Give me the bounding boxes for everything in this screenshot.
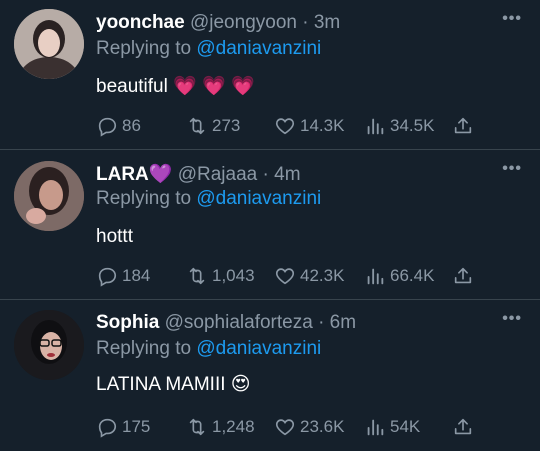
views-count: 66.4K bbox=[390, 266, 435, 285]
reply-button[interactable]: 184 bbox=[96, 265, 150, 287]
avatar[interactable] bbox=[14, 9, 84, 79]
reply-tweet[interactable]: yoonchae @jeongyoon · 3m ••• Replying to… bbox=[0, 0, 540, 150]
like-count: 42.3K bbox=[300, 266, 345, 285]
avatar-photo-icon bbox=[14, 310, 84, 380]
reply-icon bbox=[98, 267, 117, 287]
reply-count: 175 bbox=[122, 417, 151, 436]
views-icon bbox=[367, 268, 384, 285]
replying-to: Replying to @daniavanzini bbox=[96, 188, 321, 210]
retweet-count: 1,043 bbox=[212, 266, 255, 285]
reply-icon bbox=[98, 418, 117, 438]
share-icon bbox=[454, 267, 472, 284]
separator-dot: · bbox=[262, 164, 269, 185]
reply-button[interactable]: 175 bbox=[96, 416, 150, 438]
views-count: 34.5K bbox=[390, 116, 435, 135]
name-badge: 💜 bbox=[148, 164, 173, 185]
views-button[interactable]: 66.4K bbox=[364, 265, 434, 287]
views-button[interactable]: 54K bbox=[364, 416, 420, 438]
views-icon bbox=[367, 118, 384, 135]
views-button[interactable]: 34.5K bbox=[364, 115, 434, 137]
views-count: 54K bbox=[390, 417, 421, 436]
heart-icon bbox=[275, 419, 295, 436]
avatar[interactable] bbox=[14, 161, 84, 231]
retweet-icon bbox=[189, 117, 205, 135]
heart-icon bbox=[275, 118, 295, 135]
more-options-icon[interactable]: ••• bbox=[502, 310, 522, 328]
reply-tweet[interactable]: LARA💜 @Rajaaa · 4m ••• Replying to @dani… bbox=[0, 150, 540, 300]
mention-link[interactable]: @daniavanzini bbox=[196, 38, 321, 59]
like-button[interactable]: 42.3K bbox=[274, 265, 344, 287]
display-name[interactable]: LARA bbox=[96, 164, 149, 185]
share-button[interactable] bbox=[452, 416, 474, 438]
replying-to: Replying to @daniavanzini bbox=[96, 338, 321, 360]
separator-dot: · bbox=[302, 12, 309, 33]
tweet-header: LARA💜 @Rajaaa · 4m bbox=[96, 162, 301, 186]
replying-to-label: Replying to bbox=[96, 188, 192, 209]
reply-tweet[interactable]: Sophia @sophialaforteza · 6m ••• Replyin… bbox=[0, 300, 540, 451]
avatar-photo-icon bbox=[14, 9, 84, 79]
tweet-header: Sophia @sophialaforteza · 6m bbox=[96, 312, 356, 334]
retweet-button[interactable]: 273 bbox=[186, 115, 240, 137]
replying-to-label: Replying to bbox=[96, 338, 192, 359]
timestamp[interactable]: 3m bbox=[314, 12, 340, 33]
like-button[interactable]: 23.6K bbox=[274, 416, 344, 438]
action-bar: 86 273 14.3K 34.5K bbox=[96, 115, 526, 139]
retweet-button[interactable]: 1,248 bbox=[186, 416, 255, 438]
retweet-button[interactable]: 1,043 bbox=[186, 265, 255, 287]
avatar-photo-icon bbox=[14, 161, 84, 231]
tweet-text: LATINA MAMIII 😍 bbox=[96, 374, 251, 395]
replying-to-label: Replying to bbox=[96, 38, 192, 59]
share-icon bbox=[454, 418, 472, 435]
share-button[interactable] bbox=[452, 115, 474, 137]
more-options-icon[interactable]: ••• bbox=[502, 10, 522, 28]
mention-link[interactable]: @daniavanzini bbox=[196, 188, 321, 209]
tweet-header: yoonchae @jeongyoon · 3m bbox=[96, 12, 340, 34]
like-count: 14.3K bbox=[300, 116, 345, 135]
share-icon bbox=[454, 117, 472, 134]
display-name[interactable]: yoonchae bbox=[96, 12, 185, 33]
more-options-icon[interactable]: ••• bbox=[502, 160, 522, 178]
retweet-count: 1,248 bbox=[212, 417, 255, 436]
mention-link[interactable]: @daniavanzini bbox=[196, 338, 321, 359]
retweet-icon bbox=[189, 267, 205, 285]
action-bar: 175 1,248 23.6K 54K bbox=[96, 416, 526, 440]
reply-count: 184 bbox=[122, 266, 151, 285]
share-button[interactable] bbox=[452, 265, 474, 287]
reply-button[interactable]: 86 bbox=[96, 115, 141, 137]
reply-icon bbox=[98, 117, 117, 137]
user-handle[interactable]: @jeongyoon bbox=[190, 12, 297, 33]
action-bar: 184 1,043 42.3K 66.4K bbox=[96, 265, 526, 289]
separator-dot: · bbox=[318, 312, 325, 333]
display-name[interactable]: Sophia bbox=[96, 312, 159, 333]
like-button[interactable]: 14.3K bbox=[274, 115, 344, 137]
like-count: 23.6K bbox=[300, 417, 345, 436]
user-handle[interactable]: @Rajaaa bbox=[178, 164, 258, 185]
timestamp[interactable]: 6m bbox=[330, 312, 356, 333]
views-icon bbox=[367, 419, 384, 436]
tweet-text: beautiful 💗 💗 💗 bbox=[96, 76, 255, 97]
tweet-text: hottt bbox=[96, 226, 133, 247]
user-handle[interactable]: @sophialaforteza bbox=[165, 312, 313, 333]
replying-to: Replying to @daniavanzini bbox=[96, 38, 321, 60]
retweet-count: 273 bbox=[212, 116, 241, 135]
reply-count: 86 bbox=[122, 116, 141, 135]
timestamp[interactable]: 4m bbox=[274, 164, 300, 185]
heart-icon bbox=[275, 268, 295, 285]
retweet-icon bbox=[189, 418, 205, 436]
avatar[interactable] bbox=[14, 310, 84, 380]
